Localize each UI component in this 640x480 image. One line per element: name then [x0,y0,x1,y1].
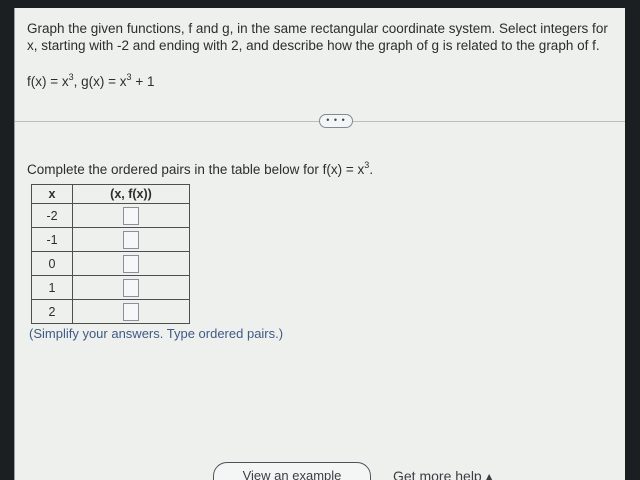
x-value: 2 [31,299,73,324]
answer-input[interactable] [123,278,139,297]
get-more-help-link[interactable]: Get more help ▴ [393,468,493,480]
header-pair: (x, f(x)) [72,184,190,204]
g-definition: , g(x) = x [73,74,127,89]
table-row: 1 [31,275,190,300]
x-value: 0 [31,251,73,276]
x-value: 1 [31,275,73,300]
ordered-pairs-table: x (x, f(x)) -2 -1 0 1 2 [31,184,190,324]
instruction-period: . [369,162,374,177]
header-x: x [31,184,73,204]
x-value: -2 [31,203,73,228]
instruction-text: Complete the ordered pairs in the table … [27,162,365,177]
answer-input[interactable] [123,302,139,321]
question-text: Graph the given functions, f and g, in t… [27,21,608,53]
screen: Graph the given functions, f and g, in t… [14,8,625,480]
answer-input[interactable] [123,254,139,273]
table-instruction: Complete the ordered pairs in the table … [27,160,373,177]
answer-input[interactable] [123,206,139,225]
table-row: 2 [31,299,190,324]
answer-hint: (Simplify your answers. Type ordered pai… [29,326,284,341]
table-row: -2 [31,203,190,228]
f-definition: f(x) = x [27,74,69,89]
expand-button[interactable]: • • • [319,114,353,128]
function-definitions: f(x) = x3, g(x) = x3 + 1 [27,72,154,89]
table-row: -1 [31,227,190,252]
table-header-row: x (x, f(x)) [31,184,190,204]
table-row: 0 [31,251,190,276]
x-value: -1 [31,227,73,252]
answer-input[interactable] [123,230,139,249]
view-example-button[interactable]: View an example [213,462,371,480]
g-constant: + 1 [131,74,155,89]
